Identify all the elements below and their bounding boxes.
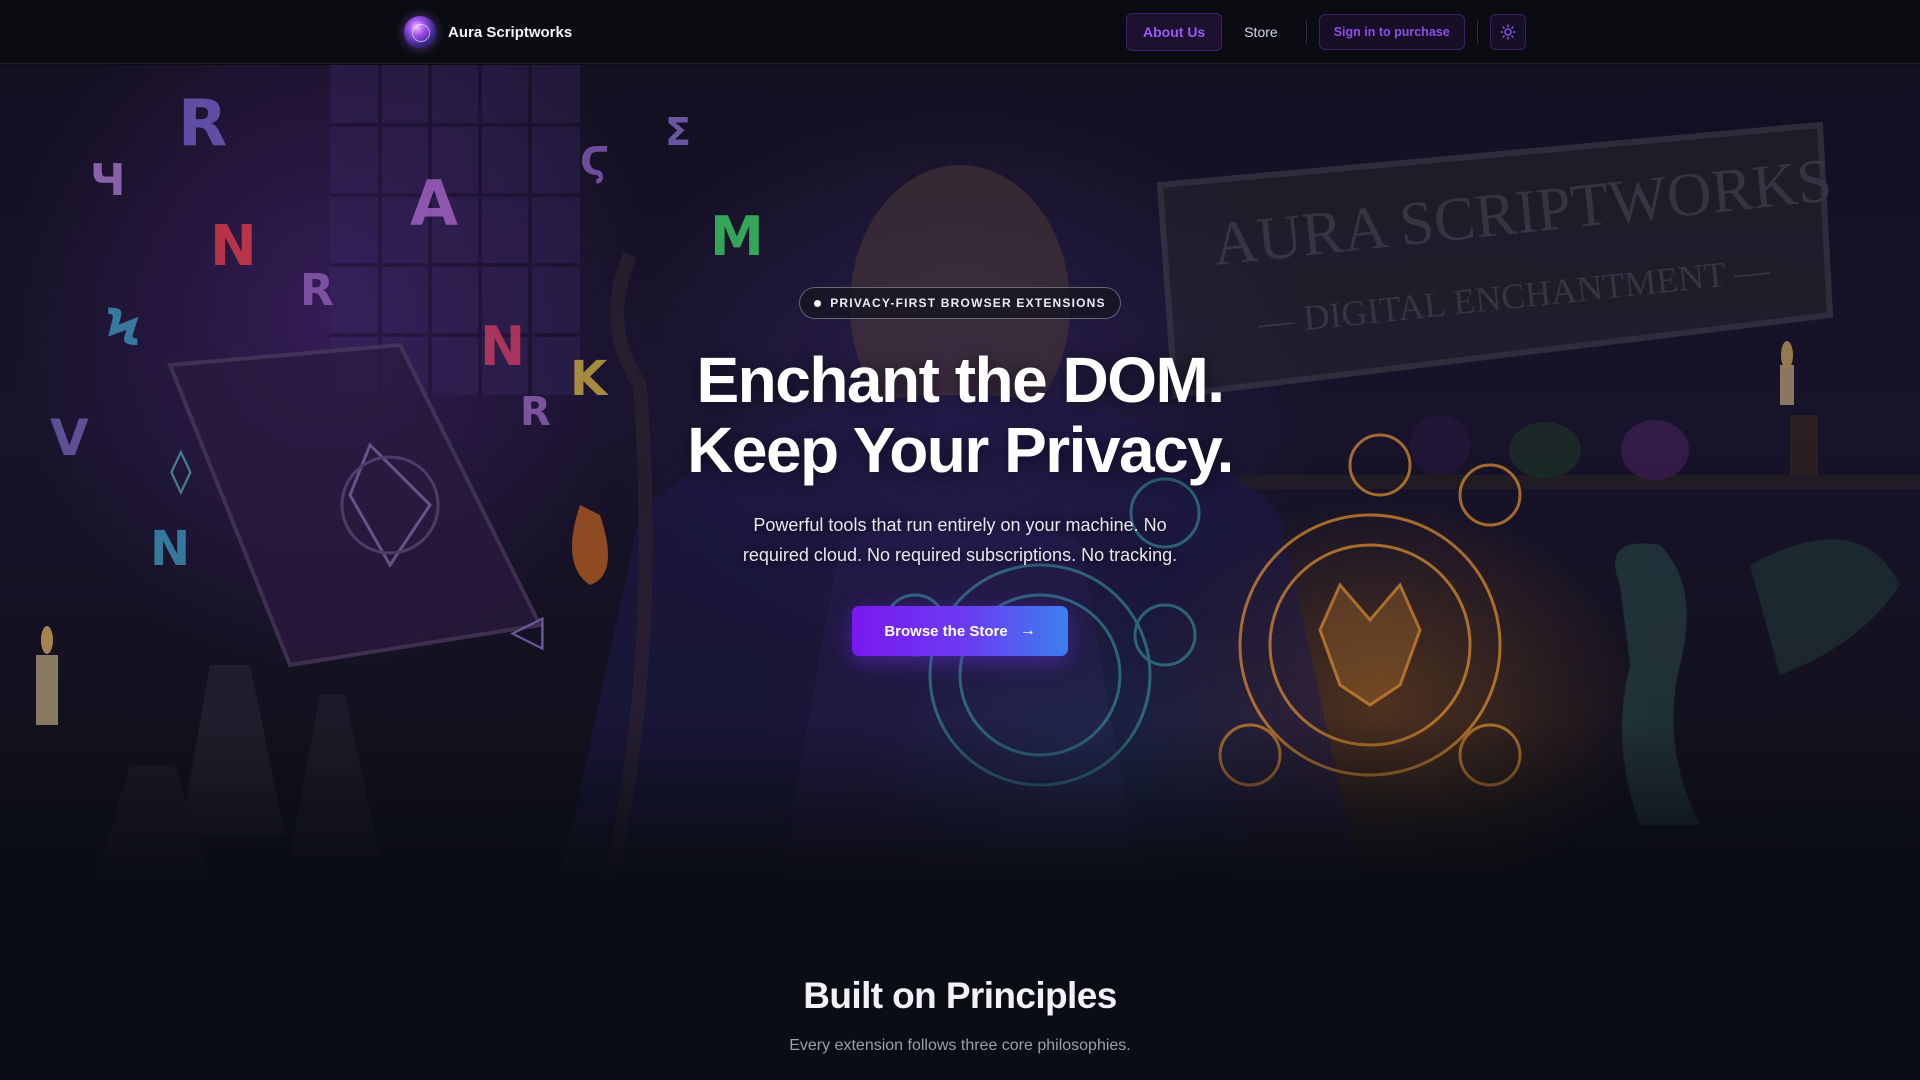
headline-line-1: Enchant the DOM. [696, 344, 1225, 416]
badge-dot-icon [814, 299, 822, 307]
nav-actions: About Us Store Sign in to purchase [1126, 13, 1526, 51]
principles-section: Built on Principles Every extension foll… [0, 880, 1920, 1080]
privacy-badge: PRIVACY-FIRST BROWSER EXTENSIONS [799, 287, 1121, 319]
nav-divider [1305, 20, 1307, 44]
principles-subtitle: Every extension follows three core philo… [789, 1037, 1131, 1054]
headline-line-2: Keep Your Privacy. [687, 414, 1234, 486]
browse-store-label: Browse the Store [884, 622, 1008, 640]
top-nav: Aura Scriptworks About Us Store Sign in … [0, 0, 1920, 64]
badge-label: PRIVACY-FIRST BROWSER EXTENSIONS [830, 296, 1106, 310]
brand-logo-icon [404, 16, 436, 48]
store-link[interactable]: Store [1244, 24, 1277, 40]
arrow-right-icon: → [1019, 622, 1036, 639]
brand-name: Aura Scriptworks [448, 23, 573, 41]
hero-content: PRIVACY-FIRST BROWSER EXTENSIONS Enchant… [0, 65, 1920, 880]
hero-section: AURA SCRIPTWORKS — DIGITAL ENCHANTMENT — [0, 65, 1920, 880]
principles-title: Built on Principles [803, 975, 1117, 1016]
browse-store-button[interactable]: Browse the Store → [852, 606, 1068, 656]
nav-divider [1476, 20, 1478, 44]
sun-icon [1499, 24, 1516, 40]
sign-in-button[interactable]: Sign in to purchase [1318, 14, 1465, 50]
about-us-button[interactable]: About Us [1126, 13, 1223, 51]
theme-toggle-button[interactable] [1489, 14, 1526, 50]
hero-headline: Enchant the DOM. Keep Your Privacy. [687, 344, 1234, 486]
brand-link[interactable]: Aura Scriptworks [404, 16, 572, 48]
hero-subtitle: Powerful tools that run entirely on your… [742, 515, 1178, 565]
